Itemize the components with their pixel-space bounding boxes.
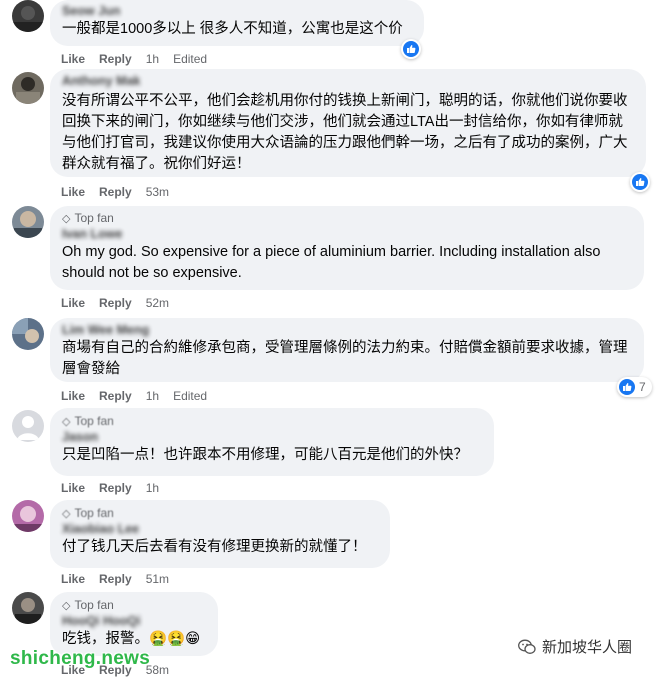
top-fan-badge: ◇ Top fan [62,211,632,226]
edited-label: Edited [173,52,208,66]
watermark-text: shicheng.news [10,648,151,669]
comment-text: 付了钱几天后去看有没有修理更换新的就懂了！ [62,539,367,555]
badge-label: Top fan [74,211,114,225]
thumbs-up-icon [619,379,635,395]
wechat-icon [518,639,536,655]
comment-actions: Like Reply 51m [61,571,183,587]
thumbs-up-icon [403,41,419,57]
comment-bubble: Anthony Mak 没有所谓公平不公平，他们会趁机用你付的钱换上新闸门，聪明… [50,69,646,177]
diamond-icon: ◇ [62,508,71,520]
reply-button[interactable]: Reply [99,296,132,310]
top-fan-badge: ◇ Top fan [62,414,482,429]
diamond-icon: ◇ [62,416,71,428]
comment-time[interactable]: 51m [146,572,169,586]
comment-bubble: Seow Jun 一般都是1000多以上 很多人不知道，公寓也是这个价 [50,0,424,46]
comment-bubble: ◇ Top fan Ivan Lowe Oh my god. So expensi… [50,206,644,290]
brand-label: 新加坡华人圈 [542,639,633,656]
comment-actions: Like Reply 1h Edited [61,51,221,67]
comment-actions: Like Reply 1h Edited [61,388,221,404]
comment-text: 没有所谓公平不公平，他们会趁机用你付的钱换上新闸门，聪明的话，你就他们说你要收回… [62,93,628,172]
reaction-badge[interactable]: 7 [617,377,652,397]
reaction-count: 7 [639,380,646,394]
like-button[interactable]: Like [61,572,85,586]
thumbs-up-icon [632,174,648,190]
comment-author[interactable]: Lim Wee Meng [62,322,632,338]
comment-author[interactable]: Jason [62,429,482,445]
comment-time[interactable]: 1h [146,481,159,495]
badge-label: Top fan [74,414,114,428]
reply-button[interactable]: Reply [99,52,132,66]
comment-bubble: ◇ Top fan Xiaobiao Lee 付了钱几天后去看有没有修理更换新的就… [50,500,390,568]
edited-label: Edited [173,389,208,403]
comment-bubble: ◇ Top fan Jason 只是凹陷一点！也许跟本不用修理，可能八百元是他们的… [50,408,494,476]
reply-button[interactable]: Reply [99,185,132,199]
like-button[interactable]: Like [61,481,85,495]
diamond-icon: ◇ [62,600,71,612]
avatar[interactable] [12,206,44,238]
reaction-badge[interactable] [401,39,421,59]
avatar[interactable] [12,592,44,624]
comment-author[interactable]: Anthony Mak [62,73,634,89]
avatar[interactable] [12,318,44,350]
like-button[interactable]: Like [61,185,85,199]
comment-time[interactable]: 53m [146,185,169,199]
like-button[interactable]: Like [61,296,85,310]
comment-actions: Like Reply 53m [61,184,183,200]
brand-watermark: 新加坡华人圈 [518,636,632,657]
comment-actions: Like Reply 52m [61,295,183,311]
comment-text: 一般都是1000多以上 很多人不知道，公寓也是这个价 [62,21,403,37]
avatar[interactable] [12,72,44,104]
comment-text: Oh my god. So expensive for a piece of a… [62,244,605,281]
avatar[interactable] [12,0,44,32]
comment-text: 商場有自己的合約維修承包商，受管理層條例的法力約束。付賠償金額前要求收據，管理層… [62,340,628,377]
reaction-badge[interactable] [630,172,650,192]
comment-time[interactable]: 52m [146,296,169,310]
comment-bubble: ◇ Top fan HooQi HooQi 吃钱，报警。🤮🤮😁 [50,592,218,656]
comment-actions: Like Reply 1h [61,480,173,496]
diamond-icon: ◇ [62,213,71,225]
comment-time[interactable]: 1h [146,52,159,66]
reply-button[interactable]: Reply [99,481,132,495]
comment-author[interactable]: HooQi HooQi [62,613,206,629]
badge-label: Top fan [74,506,114,520]
like-button[interactable]: Like [61,52,85,66]
comment-text: 只是凹陷一点！也许跟本不用修理，可能八百元是他们的外快？ [62,447,468,463]
comment-bubble: Lim Wee Meng 商場有自己的合約維修承包商，受管理層條例的法力約束。付… [50,318,644,382]
comment-text: 吃钱，报警。🤮🤮😁 [62,631,201,647]
top-fan-badge: ◇ Top fan [62,598,206,613]
comment-author[interactable]: Xiaobiao Lee [62,521,378,537]
top-fan-badge: ◇ Top fan [62,506,378,521]
comment-time[interactable]: 1h [146,389,159,403]
reply-button[interactable]: Reply [99,572,132,586]
avatar[interactable] [12,500,44,532]
badge-label: Top fan [74,598,114,612]
reply-button[interactable]: Reply [99,389,132,403]
avatar[interactable] [12,410,44,442]
comment-author[interactable]: Seow Jun [62,3,412,19]
like-button[interactable]: Like [61,389,85,403]
comment-author[interactable]: Ivan Lowe [62,226,632,242]
